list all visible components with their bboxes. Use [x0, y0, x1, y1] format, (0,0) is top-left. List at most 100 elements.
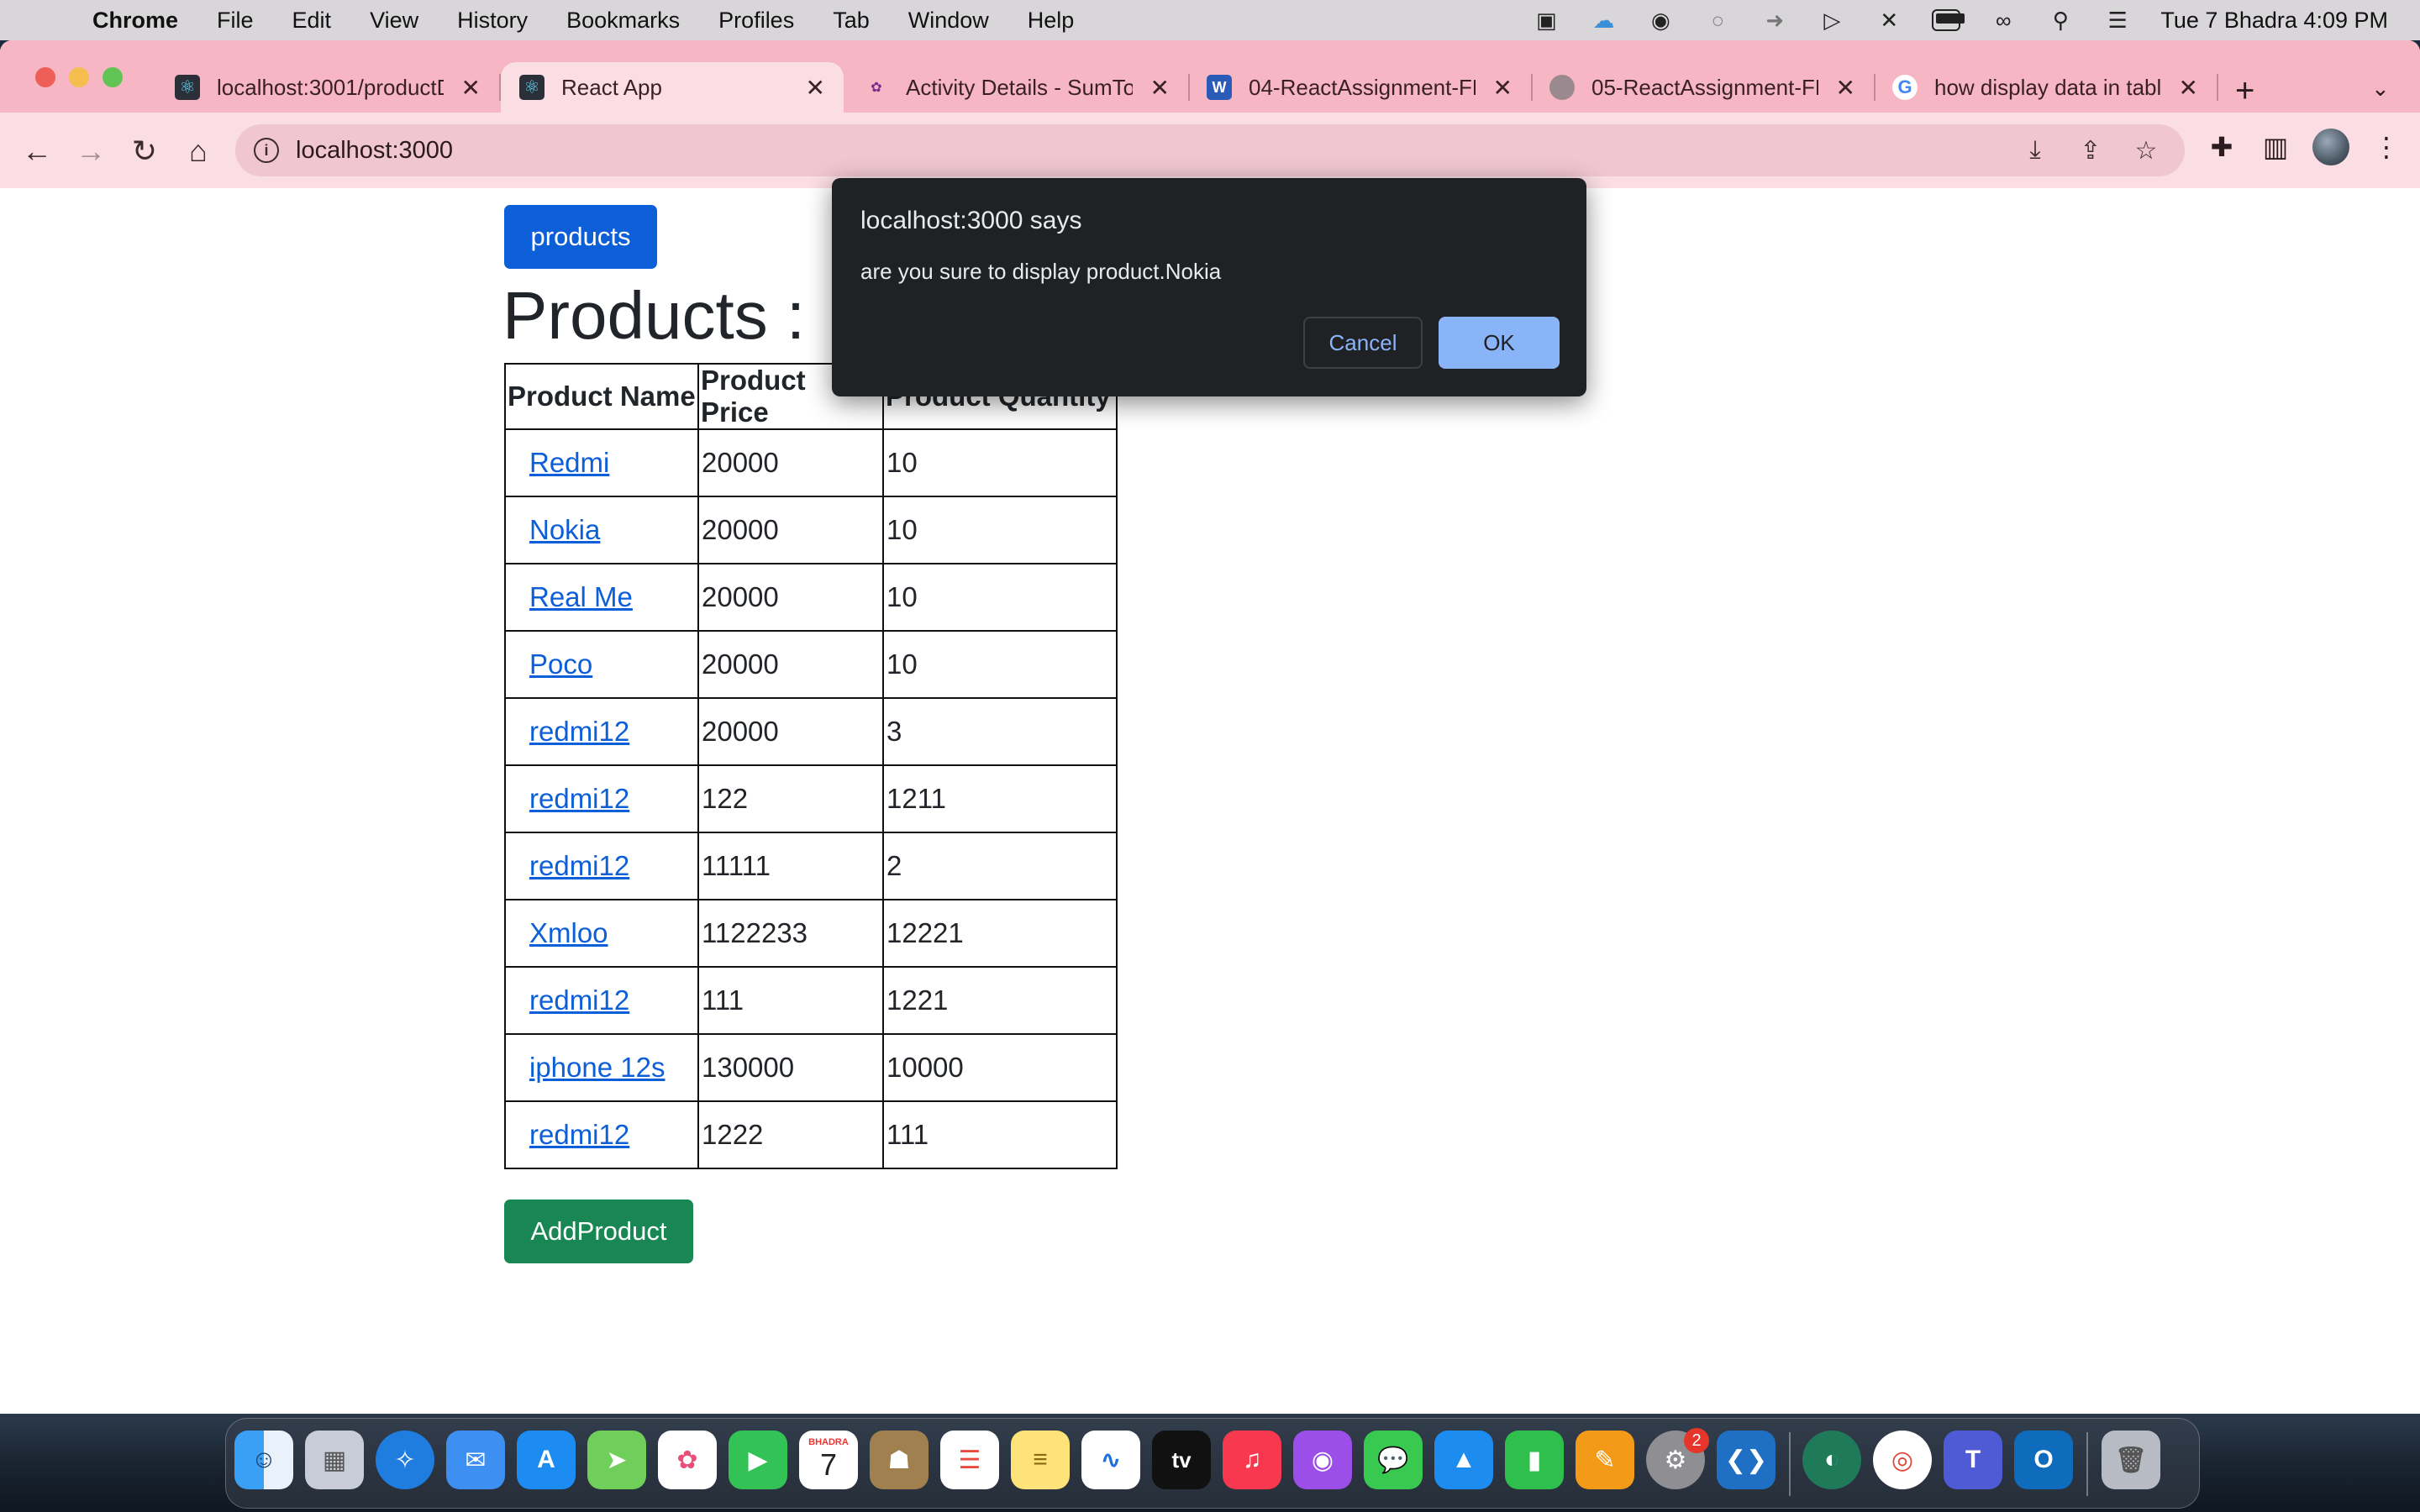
profile-avatar[interactable]	[2312, 129, 2349, 165]
home-icon[interactable]: ⌂	[180, 133, 217, 170]
finder-icon[interactable]: ☺	[234, 1431, 293, 1489]
menu-history[interactable]: History	[457, 8, 528, 34]
product-link[interactable]: redmi12	[529, 850, 629, 881]
zoom-window-button[interactable]	[103, 67, 123, 87]
launchpad-icon[interactable]: ▦	[305, 1431, 364, 1489]
play-status-icon[interactable]: ▷	[1818, 8, 1846, 33]
chrome-menu-icon[interactable]: ⋮	[2370, 126, 2403, 168]
address-bar[interactable]: i localhost:3000 ⤓ ⇪ ☆	[235, 124, 2185, 176]
photos-icon[interactable]: ✿	[658, 1431, 717, 1489]
product-link[interactable]: redmi12	[529, 1119, 629, 1150]
dialog-message: are you sure to display product.Nokia	[860, 259, 1222, 284]
table-row: redmi12 20000 3	[504, 697, 1118, 766]
address-url[interactable]: localhost:3000	[296, 137, 453, 165]
outlook-icon[interactable]: O	[2014, 1431, 2073, 1489]
spotlight-search-icon[interactable]: ⚲	[2046, 8, 2075, 33]
tab-localhost-3001[interactable]: ⚛ localhost:3001/productD ✕	[156, 62, 501, 113]
install-app-icon[interactable]: ⤓	[2020, 134, 2050, 166]
cloud-app-icon[interactable]: ◐	[1802, 1431, 1861, 1489]
product-link[interactable]: Xmloo	[529, 917, 608, 948]
outlook-status-icon[interactable]: ▣	[1532, 8, 1560, 33]
product-link[interactable]: Poco	[529, 648, 592, 680]
tab-react-assignment-05[interactable]: 05-ReactAssignment-FE ✕	[1531, 62, 1876, 113]
music-icon[interactable]: ♫	[1223, 1431, 1281, 1489]
new-tab-icon[interactable]: +	[2235, 72, 2254, 110]
close-tab-icon[interactable]: ✕	[1836, 74, 1855, 102]
share-icon[interactable]: ⇪	[2075, 134, 2106, 166]
pages-icon[interactable]: ✎	[1576, 1431, 1634, 1489]
forward-arrow-icon[interactable]: →	[72, 133, 109, 170]
menu-view[interactable]: View	[370, 8, 418, 34]
safari-icon[interactable]: ✧	[376, 1431, 434, 1489]
chrome-icon[interactable]: ◎	[1873, 1431, 1932, 1489]
minimize-window-button[interactable]	[69, 67, 89, 87]
mail-icon[interactable]: ✉	[446, 1431, 505, 1489]
menu-help[interactable]: Help	[1028, 8, 1075, 34]
app-store-icon[interactable]: A	[517, 1431, 576, 1489]
close-tab-icon[interactable]: ✕	[1493, 74, 1512, 102]
vscode-icon[interactable]: ❮❯	[1717, 1431, 1776, 1489]
menu-edit[interactable]: Edit	[292, 8, 332, 34]
facetime-icon[interactable]: ▶	[729, 1431, 787, 1489]
product-link[interactable]: redmi12	[529, 716, 629, 747]
close-tab-icon[interactable]: ✕	[1150, 74, 1170, 102]
keynote-icon[interactable]: ▲	[1434, 1431, 1493, 1489]
eye-status-icon[interactable]: ◉	[1646, 8, 1675, 33]
maps-icon[interactable]: ➤	[587, 1431, 646, 1489]
circle-status-icon[interactable]: ○	[1703, 8, 1732, 33]
trash-icon[interactable]: 🗑	[2102, 1431, 2160, 1489]
cloud-status-icon[interactable]: ☁	[1589, 8, 1618, 33]
menu-window[interactable]: Window	[908, 8, 989, 34]
calendar-day: 7	[819, 1447, 838, 1482]
reload-icon[interactable]: ↻	[126, 133, 163, 170]
back-arrow-icon[interactable]: ←	[18, 133, 55, 170]
menu-file[interactable]: File	[217, 8, 254, 34]
battery-icon[interactable]	[1932, 9, 1965, 31]
podcasts-icon[interactable]: ◉	[1293, 1431, 1352, 1489]
product-link[interactable]: Nokia	[529, 514, 600, 545]
menu-profiles[interactable]: Profiles	[718, 8, 794, 34]
menu-tab[interactable]: Tab	[833, 8, 870, 34]
close-tab-icon[interactable]: ✕	[806, 74, 825, 102]
contacts-icon[interactable]: ☗	[870, 1431, 929, 1489]
product-quantity: 10	[882, 563, 1118, 632]
freeform-icon[interactable]: ∿	[1081, 1431, 1140, 1489]
extensions-puzzle-icon[interactable]: ✚	[2205, 126, 2238, 168]
close-tab-icon[interactable]: ✕	[461, 74, 481, 102]
product-link[interactable]: iphone 12s	[529, 1052, 665, 1083]
product-link[interactable]: Real Me	[529, 581, 633, 612]
cancel-button[interactable]: Cancel	[1303, 317, 1423, 369]
products-button[interactable]: products	[504, 205, 657, 269]
tab-react-assignment-04[interactable]: W 04-ReactAssignment-FE ✕	[1188, 62, 1533, 113]
site-info-icon[interactable]: i	[254, 138, 279, 163]
menu-app-name[interactable]: Chrome	[92, 8, 178, 34]
numbers-icon[interactable]: ▮	[1505, 1431, 1564, 1489]
product-link[interactable]: Redmi	[529, 447, 609, 478]
apple-tv-icon[interactable]: tv	[1152, 1431, 1211, 1489]
control-center-icon[interactable]: ☰	[2103, 8, 2132, 33]
bookmark-star-icon[interactable]: ☆	[2131, 134, 2161, 166]
product-link[interactable]: redmi12	[529, 984, 629, 1016]
product-quantity: 12221	[882, 899, 1118, 968]
calendar-icon[interactable]: BHADRA 7	[799, 1431, 858, 1489]
messages-icon[interactable]: 💬	[1364, 1431, 1423, 1489]
add-product-button[interactable]: AddProduct	[504, 1200, 693, 1263]
menu-datetime[interactable]: Tue 7 Bhadra 4:09 PM	[2160, 8, 2388, 34]
menu-bookmarks[interactable]: Bookmarks	[566, 8, 680, 34]
product-link[interactable]: redmi12	[529, 783, 629, 814]
ok-button[interactable]: OK	[1439, 317, 1560, 369]
tab-google-search[interactable]: G how display data in table ✕	[1874, 62, 2218, 113]
notes-icon[interactable]: ≡	[1011, 1431, 1070, 1489]
link-status-icon[interactable]: ∞	[1989, 8, 2018, 33]
tab-react-app[interactable]: ⚛ React App ✕	[501, 62, 844, 113]
bluetooth-off-icon[interactable]: ✕	[1875, 8, 1903, 33]
teams-icon[interactable]: T	[1944, 1431, 2002, 1489]
side-panel-icon[interactable]: ▥	[2259, 126, 2292, 168]
close-tab-icon[interactable]: ✕	[2179, 74, 2198, 102]
close-window-button[interactable]	[35, 67, 55, 87]
tab-search-chevron-icon[interactable]: ⌄	[2371, 76, 2390, 102]
arrow-status-icon[interactable]: ➜	[1760, 8, 1789, 33]
tab-activity-details[interactable]: ✿ Activity Details - SumTot ✕	[845, 62, 1190, 113]
reminders-icon[interactable]: ☰	[940, 1431, 999, 1489]
table-row: redmi12 1222 111	[504, 1100, 1118, 1169]
